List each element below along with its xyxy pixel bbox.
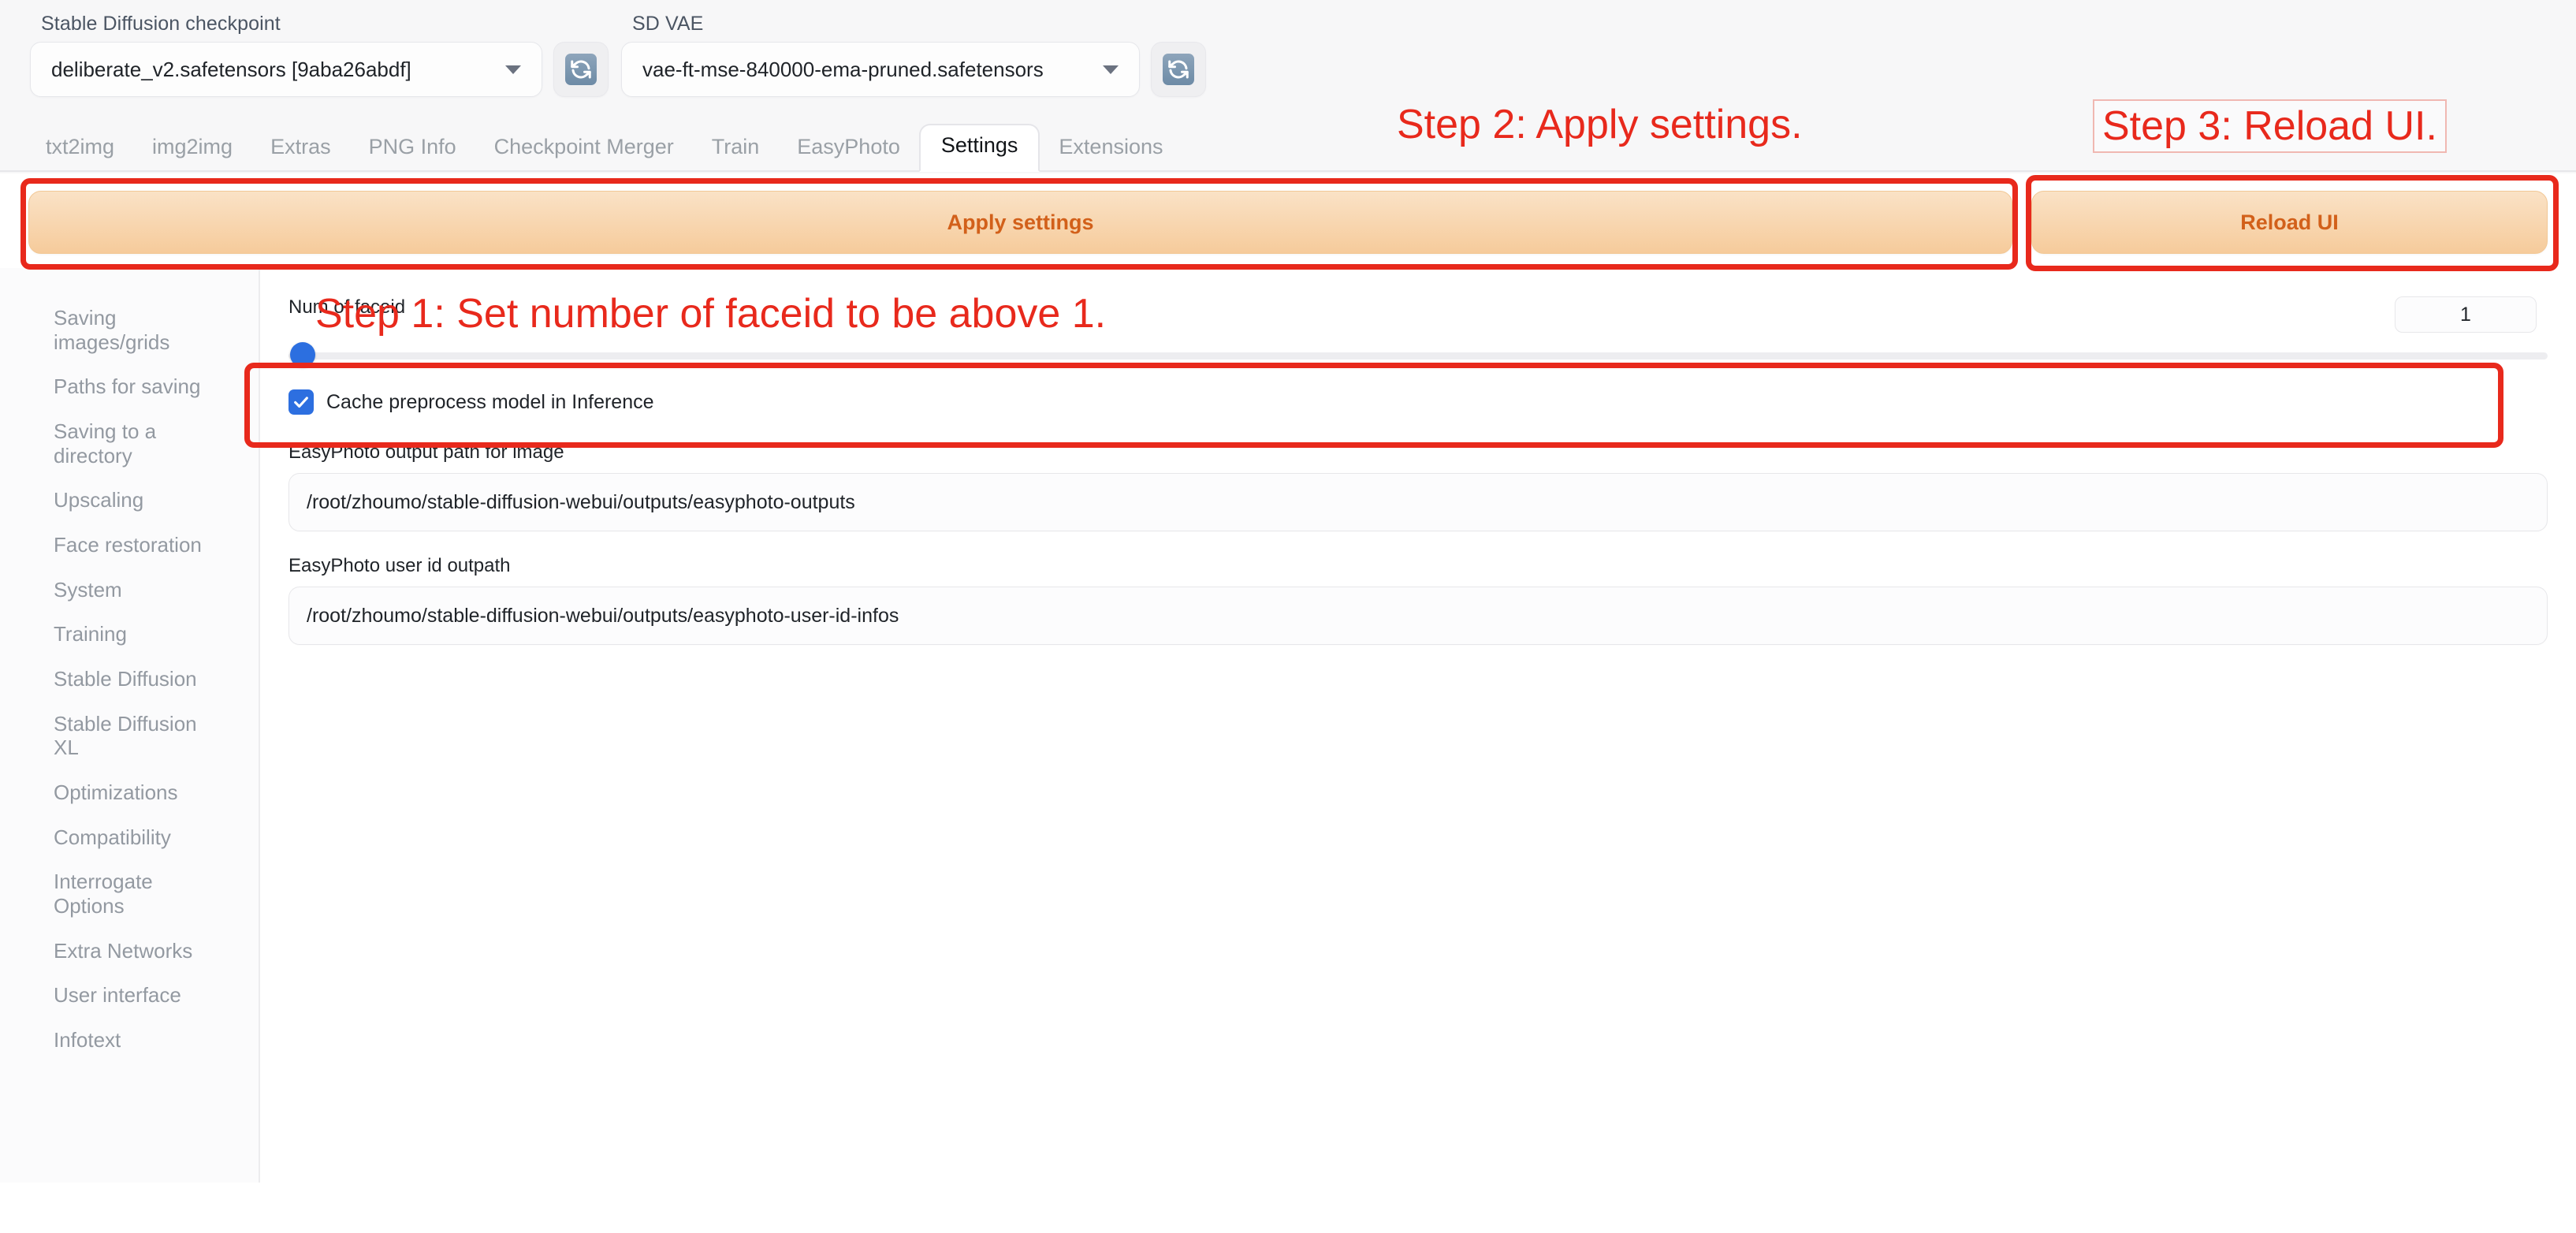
tab-train[interactable]: Train xyxy=(693,127,779,170)
cache-preprocess-label: Cache preprocess model in Inference xyxy=(326,390,654,413)
checkpoint-group: Stable Diffusion checkpoint deliberate_v… xyxy=(30,6,609,97)
vae-row: vae-ft-mse-840000-ema-pruned.safetensors xyxy=(621,42,1206,97)
slider-thumb[interactable] xyxy=(290,342,315,367)
chevron-down-icon xyxy=(505,65,521,74)
app-window: Stable Diffusion checkpoint deliberate_v… xyxy=(0,0,2576,1233)
output-path-label: EasyPhoto output path for image xyxy=(288,441,564,463)
vae-group: SD VAE vae-ft-mse-840000-ema-pruned.safe… xyxy=(621,6,1206,97)
sidebar-item-training[interactable]: Training xyxy=(54,622,211,646)
chevron-down-icon xyxy=(1103,65,1119,74)
sidebar-item-extra-networks[interactable]: Extra Networks xyxy=(54,939,211,963)
vae-label: SD VAE xyxy=(632,13,704,35)
tab-settings[interactable]: Settings xyxy=(918,124,1040,172)
sidebar-item-paths-for-saving[interactable]: Paths for saving xyxy=(54,374,211,399)
refresh-checkpoint-button[interactable] xyxy=(553,42,609,97)
check-icon xyxy=(294,397,308,408)
tab-extensions[interactable]: Extensions xyxy=(1040,127,1182,170)
sidebar-item-infotext[interactable]: Infotext xyxy=(54,1028,211,1052)
checkpoint-value: deliberate_v2.safetensors [9aba26abdf] xyxy=(51,57,411,81)
checkpoint-row: deliberate_v2.safetensors [9aba26abdf] xyxy=(30,42,609,97)
refresh-icon xyxy=(1163,54,1194,85)
tab-extras[interactable]: Extras xyxy=(251,127,350,170)
tab-img2img[interactable]: img2img xyxy=(133,127,251,170)
sidebar-item-system[interactable]: System xyxy=(54,578,211,602)
cache-preprocess-checkbox[interactable] xyxy=(288,389,314,415)
tab-png-info[interactable]: PNG Info xyxy=(350,127,475,170)
sidebar-item-stable-diffusion[interactable]: Stable Diffusion xyxy=(54,667,211,691)
output-path-input[interactable]: /root/zhoumo/stable-diffusion-webui/outp… xyxy=(288,473,2548,531)
sidebar-item-face-restoration[interactable]: Face restoration xyxy=(54,533,211,557)
sidebar-item-optimizations[interactable]: Optimizations xyxy=(54,780,211,805)
apply-settings-button[interactable]: Apply settings xyxy=(28,191,2012,254)
vae-value: vae-ft-mse-840000-ema-pruned.safetensors xyxy=(642,57,1044,81)
settings-body: Saving images/grids Paths for saving Sav… xyxy=(0,268,2576,1183)
refresh-icon xyxy=(565,54,597,85)
slider-track xyxy=(288,352,2548,359)
sidebar-item-user-interface[interactable]: User interface xyxy=(54,983,211,1008)
cache-preprocess-row[interactable]: Cache preprocess model in Inference xyxy=(288,389,2548,415)
annotation-step2-text: Step 2: Apply settings. xyxy=(1397,102,1803,147)
checkpoint-dropdown[interactable]: deliberate_v2.safetensors [9aba26abdf] xyxy=(30,42,542,97)
num-of-faceid-slider[interactable] xyxy=(288,342,2548,369)
sidebar-item-compatibility[interactable]: Compatibility xyxy=(54,825,211,850)
settings-sidebar: Saving images/grids Paths for saving Sav… xyxy=(0,268,260,1183)
tab-txt2img[interactable]: txt2img xyxy=(27,127,133,170)
reload-ui-button[interactable]: Reload UI xyxy=(2031,191,2548,254)
num-of-faceid-input[interactable]: 1 xyxy=(2395,296,2537,333)
settings-panel: Num of faceid 1 Cache preprocess model i… xyxy=(260,268,2576,1183)
tab-checkpoint-merger[interactable]: Checkpoint Merger xyxy=(475,127,693,170)
vae-dropdown[interactable]: vae-ft-mse-840000-ema-pruned.safetensors xyxy=(621,42,1140,97)
sidebar-item-saving-to-a-directory[interactable]: Saving to a directory xyxy=(54,419,211,467)
refresh-vae-button[interactable] xyxy=(1151,42,1206,97)
sidebar-item-saving-images-grids[interactable]: Saving images/grids xyxy=(54,306,211,354)
checkpoint-label: Stable Diffusion checkpoint xyxy=(41,13,281,35)
annotation-step1-text: Step 1: Set number of faceid to be above… xyxy=(315,291,1107,337)
sidebar-item-interrogate-options[interactable]: Interrogate Options xyxy=(54,870,211,918)
sidebar-item-upscaling[interactable]: Upscaling xyxy=(54,488,211,512)
sidebar-item-stable-diffusion-xl[interactable]: Stable Diffusion XL xyxy=(54,712,211,760)
annotation-step3-text: Step 3: Reload UI. xyxy=(2093,99,2447,153)
user-id-outpath-label: EasyPhoto user id outpath xyxy=(288,555,511,576)
settings-action-row: Apply settings Reload UI xyxy=(0,173,2576,268)
user-id-outpath-input[interactable]: /root/zhoumo/stable-diffusion-webui/outp… xyxy=(288,587,2548,645)
tab-easyphoto[interactable]: EasyPhoto xyxy=(778,127,919,170)
